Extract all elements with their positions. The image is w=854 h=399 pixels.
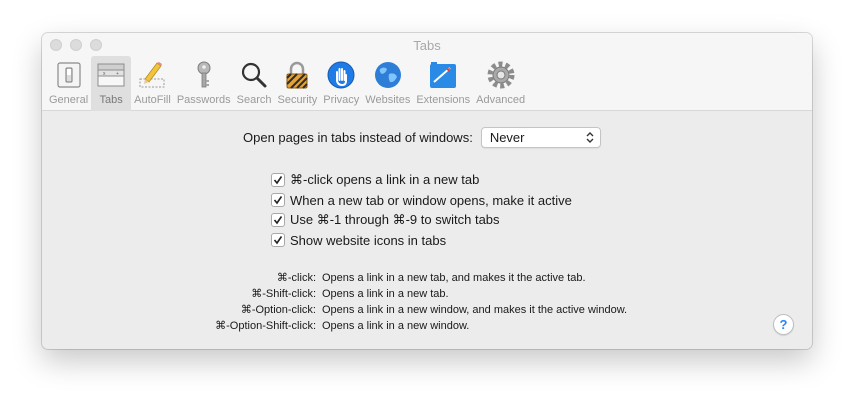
globe-icon [372, 59, 404, 91]
general-switch-icon [53, 59, 85, 91]
checkmark-icon [273, 236, 283, 245]
open-pages-select[interactable]: Never [480, 127, 601, 148]
shortcut-key: ⌘-Option-Shift-click: [215, 320, 316, 332]
checkbox[interactable] [271, 213, 285, 227]
svg-text:+: + [116, 71, 119, 77]
shortcut-key: ⌘-click: [276, 272, 316, 284]
checkbox[interactable] [271, 233, 285, 247]
toolbar-item-extensions[interactable]: Extensions [413, 56, 473, 111]
open-pages-value: Never [489, 130, 525, 145]
toolbar-label: Privacy [323, 94, 360, 106]
cmd-number-switch-option[interactable]: Use ⌘-1 through ⌘-9 to switch tabs [271, 210, 572, 230]
checkmark-icon [273, 216, 283, 225]
shortcut-row: ⌘-Option-click: Opens a link in a new wi… [42, 302, 812, 318]
window-title: Tabs [413, 38, 441, 53]
make-active-option[interactable]: When a new tab or window opens, make it … [271, 190, 572, 210]
toolbar-label: Advanced [476, 94, 526, 106]
shortcut-key: ⌘-Option-click: [240, 304, 316, 316]
preferences-toolbar: General x + Tabs AutoFill Passwords Sear… [46, 56, 528, 111]
checkmark-icon [273, 196, 283, 205]
hand-icon [325, 59, 357, 91]
toolbar-item-tabs[interactable]: x + Tabs [91, 56, 132, 111]
shortcut-desc: Opens a link in a new window, and makes … [322, 304, 628, 316]
toolbar-item-privacy[interactable]: Privacy [320, 56, 362, 111]
toolbar-label: Websites [365, 94, 411, 106]
checkbox-label: ⌘-click opens a link in a new tab [290, 172, 480, 187]
checkmark-icon [273, 176, 283, 185]
checkbox-label: When a new tab or window opens, make it … [290, 192, 572, 208]
tabs-pane: Open pages in tabs instead of windows: N… [42, 112, 812, 349]
gear-icon [485, 59, 517, 91]
toolbar-item-autofill[interactable]: AutoFill [131, 56, 174, 111]
puzzle-icon [427, 59, 459, 91]
chevron-updown-icon [586, 132, 594, 143]
toolbar-item-advanced[interactable]: Advanced [473, 56, 528, 111]
cmd-click-new-tab-option[interactable]: ⌘-click opens a link in a new tab [271, 170, 572, 190]
pencil-icon [136, 59, 168, 91]
key-icon [188, 59, 220, 91]
toolbar-label: General [49, 94, 89, 106]
toolbar-label: Extensions [416, 94, 471, 106]
checkbox-label: Show website icons in tabs [290, 232, 447, 248]
padlock-icon [281, 59, 313, 91]
toolbar-label: Passwords [176, 94, 231, 106]
shortcut-desc: Opens a link in a new window. [322, 320, 470, 332]
shortcut-desc: Opens a link in a new tab, and makes it … [322, 272, 586, 284]
toolbar-item-security[interactable]: Security [274, 56, 320, 111]
shortcut-key: ⌘-Shift-click: [251, 288, 316, 300]
tab-options: ⌘-click opens a link in a new tab When a… [271, 170, 572, 250]
toolbar-label: Search [236, 94, 272, 106]
shortcut-row: ⌘-Shift-click: Opens a link in a new tab… [42, 286, 812, 302]
toolbar-item-general[interactable]: General [46, 56, 91, 111]
checkbox[interactable] [271, 193, 285, 207]
toolbar-item-passwords[interactable]: Passwords [174, 56, 234, 111]
toolbar-item-websites[interactable]: Websites [362, 56, 413, 111]
magnifier-icon [238, 59, 270, 91]
shortcut-row: ⌘-Option-Shift-click: Opens a link in a … [42, 318, 812, 334]
toolbar-item-search[interactable]: Search [234, 56, 275, 111]
toolbar-label: Security [277, 94, 318, 106]
help-button[interactable]: ? [773, 314, 794, 335]
website-icons-option[interactable]: Show website icons in tabs [271, 230, 572, 250]
shortcut-row: ⌘-click: Opens a link in a new tab, and … [42, 270, 812, 286]
preferences-window: Tabs General x + Tabs AutoFill Passwords… [42, 33, 812, 349]
toolbar-label: AutoFill [134, 94, 171, 106]
open-pages-label: Open pages in tabs instead of windows: [243, 130, 473, 145]
titlebar: Tabs General x + Tabs AutoFill Passwords… [42, 33, 812, 111]
shortcut-descriptions: ⌘-click: Opens a link in a new tab, and … [42, 270, 812, 334]
open-pages-row: Open pages in tabs instead of windows: N… [243, 127, 601, 148]
shortcut-desc: Opens a link in a new tab. [322, 288, 449, 300]
toolbar-label: Tabs [99, 94, 123, 106]
checkbox-label: Use ⌘-1 through ⌘-9 to switch tabs [290, 212, 500, 227]
checkbox[interactable] [271, 173, 285, 187]
tabs-icon: x + [95, 59, 127, 91]
